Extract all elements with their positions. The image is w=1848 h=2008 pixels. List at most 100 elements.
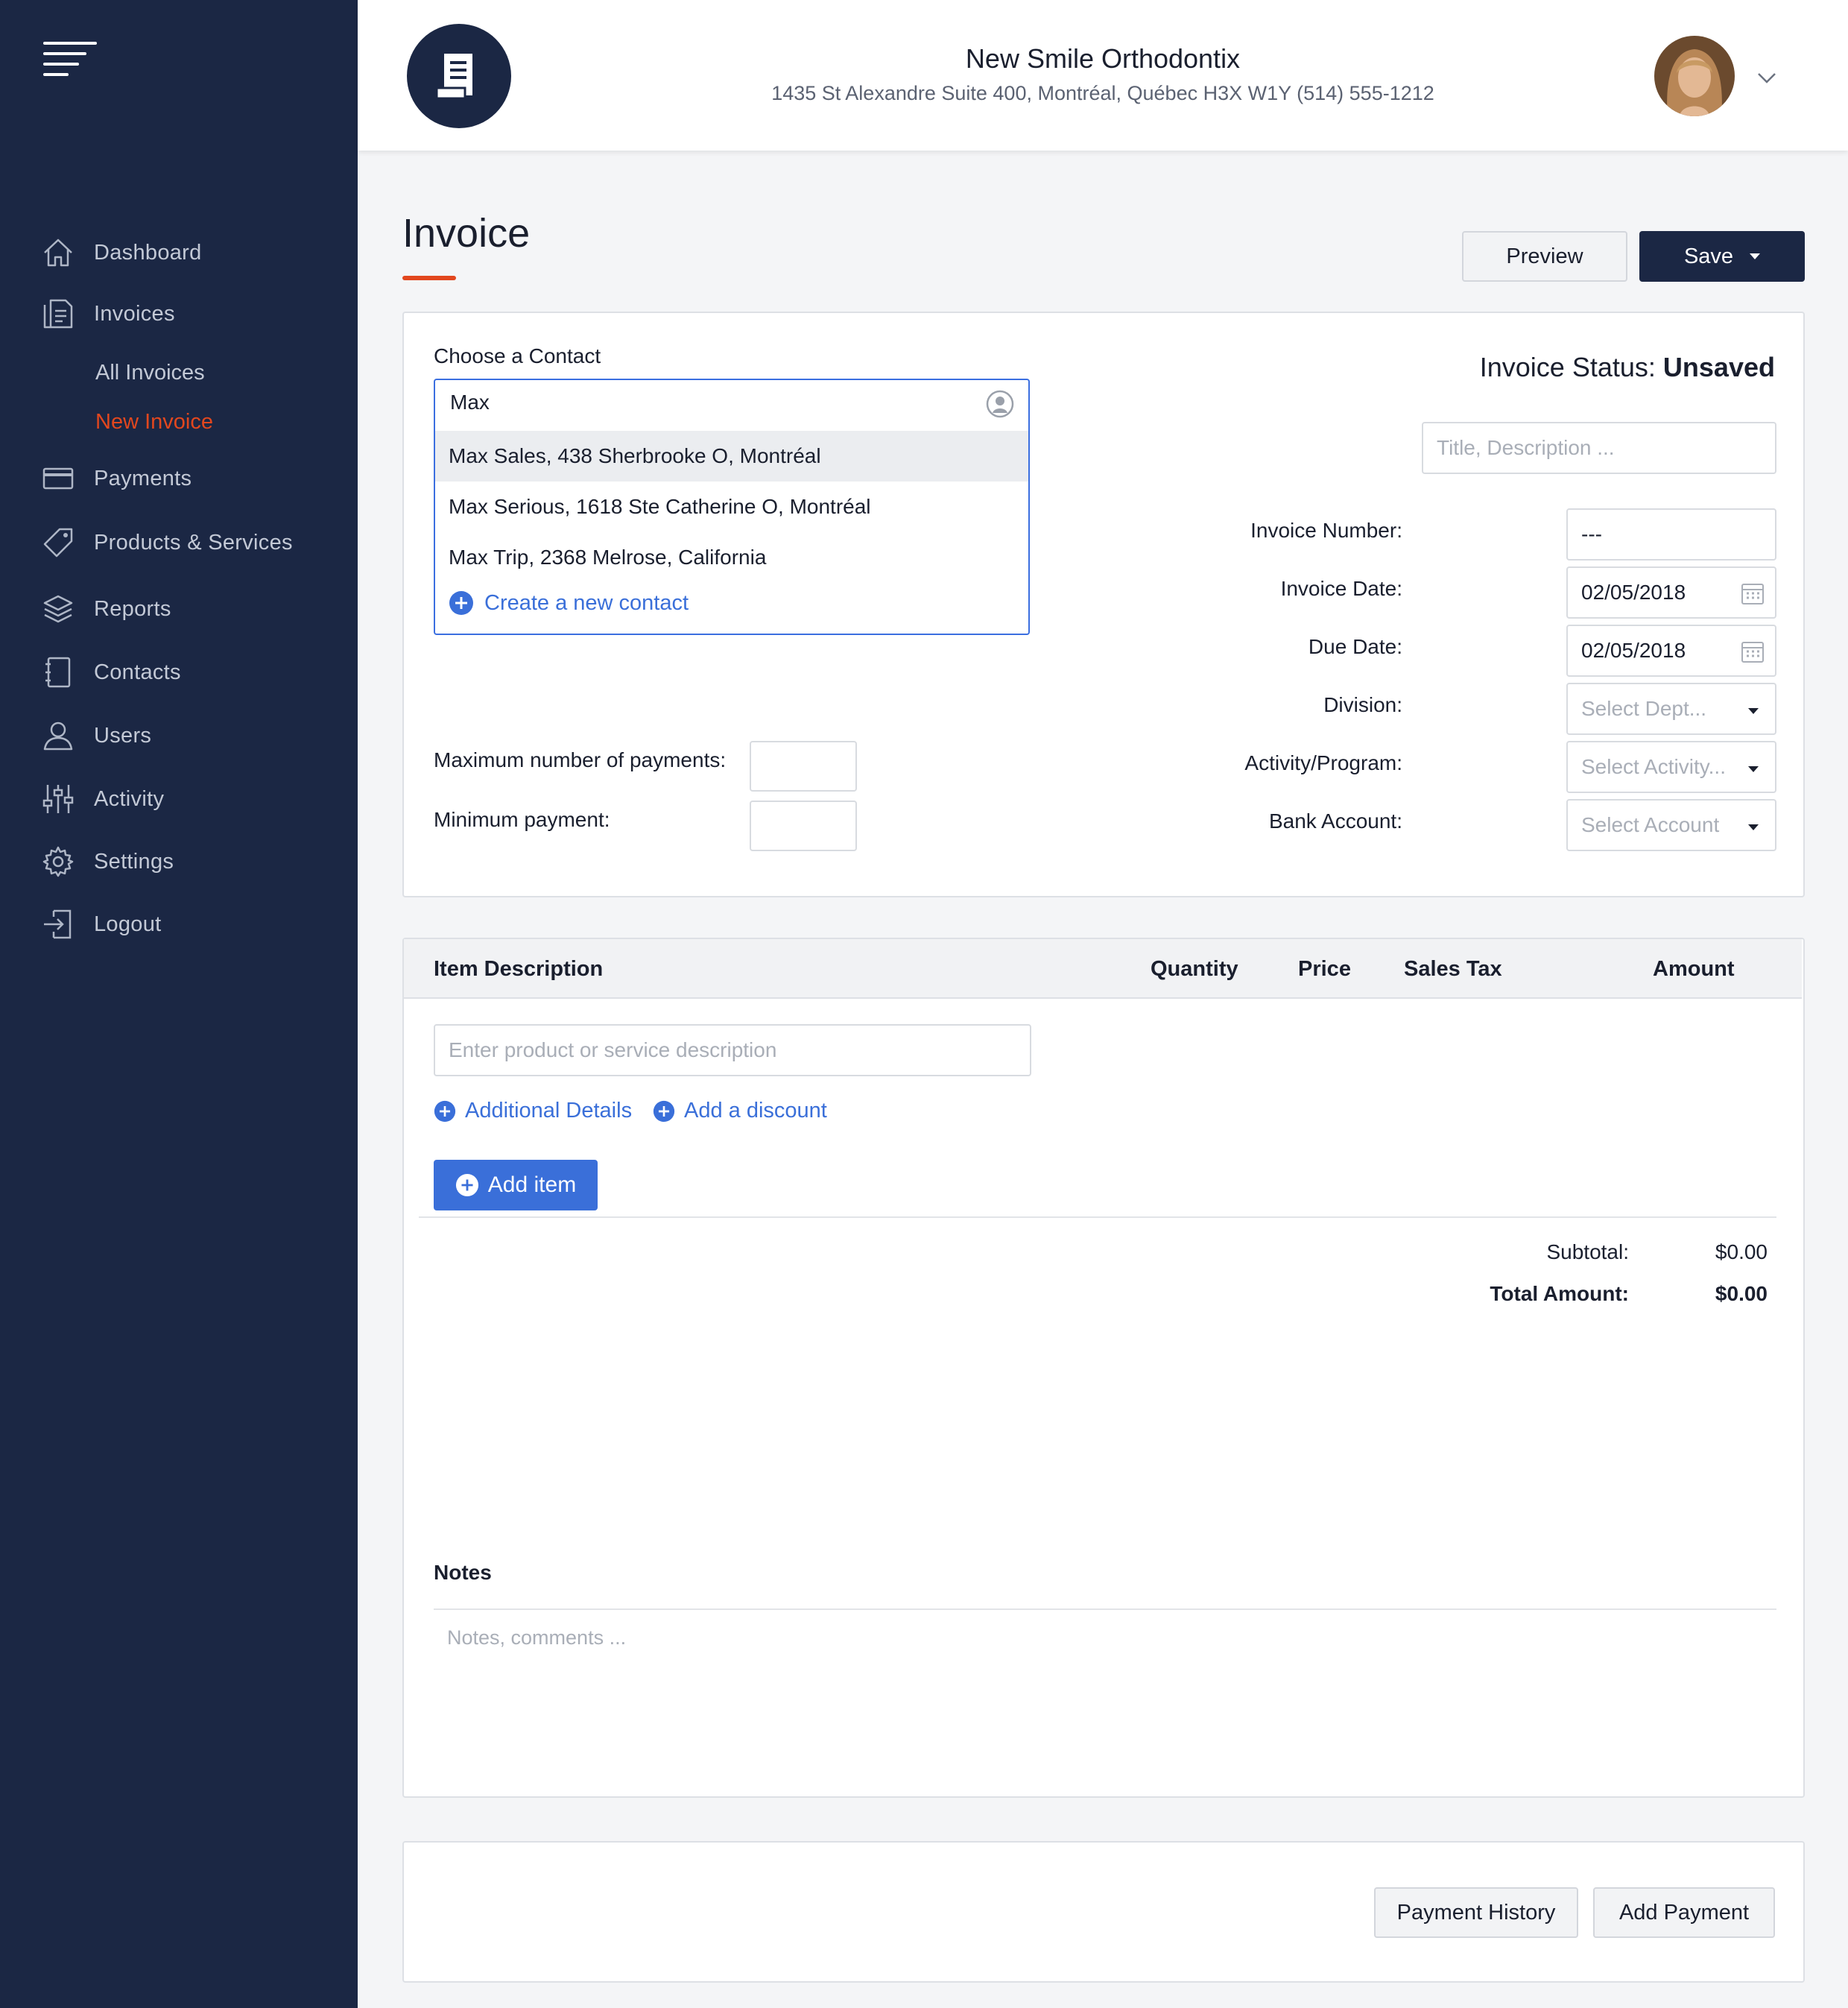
invoice-date-input[interactable]: 02/05/2018 <box>1566 566 1776 619</box>
sidebar-subitem-new-invoice[interactable]: New Invoice <box>95 410 213 435</box>
bank-select-value: Select Account <box>1581 813 1720 836</box>
create-contact-link[interactable]: Create a new contact <box>449 590 689 616</box>
contact-option[interactable]: Max Trip, 2368 Melrose, California <box>435 532 1028 583</box>
payment-history-button[interactable]: Payment History <box>1374 1887 1578 1938</box>
calendar-icon[interactable] <box>1741 640 1765 663</box>
company-logo <box>407 24 511 128</box>
menu-icon[interactable] <box>43 42 97 83</box>
add-item-button[interactable]: Add item <box>434 1160 598 1210</box>
min-payment-label: Minimum payment: <box>434 808 610 831</box>
plus-circle-icon <box>653 1100 675 1122</box>
choose-contact-label: Choose a Contact <box>434 344 601 367</box>
sidebar-item-invoices[interactable]: Invoices <box>0 288 358 340</box>
sidebar-item-label: Settings <box>94 849 174 874</box>
contact-option[interactable]: Max Sales, 438 Sherbrooke O, Montréal <box>435 431 1028 482</box>
plus-circle-icon <box>449 591 473 615</box>
contact-combobox[interactable]: Max Max Sales, 438 Sherbrooke O, Montréa… <box>434 379 1030 635</box>
calendar-icon[interactable] <box>1741 581 1765 605</box>
notes-label: Notes <box>434 1561 492 1584</box>
division-select[interactable]: Select Dept... <box>1566 683 1776 735</box>
credit-card-icon <box>42 467 74 490</box>
title-underline <box>402 276 456 280</box>
sidebar-item-label: Products & Services <box>94 530 293 555</box>
page-title: Invoice <box>402 211 531 256</box>
due-date-label: Due Date: <box>1308 635 1402 658</box>
preview-button-label: Preview <box>1506 244 1583 268</box>
invoice-date-label: Invoice Date: <box>1280 577 1402 600</box>
caret-down-icon[interactable] <box>1750 253 1761 259</box>
home-icon <box>44 239 72 267</box>
sidebar-item-label: Reports <box>94 596 171 621</box>
sidebar-item-label: Dashboard <box>94 240 202 265</box>
due-date-value: 02/05/2018 <box>1581 639 1686 662</box>
preview-button[interactable]: Preview <box>1462 231 1627 282</box>
address-book-icon <box>45 657 71 688</box>
invoice-status-value: Unsaved <box>1662 352 1775 382</box>
save-button[interactable]: Save <box>1639 231 1805 282</box>
top-header: New Smile Orthodontix 1435 St Alexandre … <box>358 0 1848 151</box>
contact-icon <box>986 390 1014 418</box>
invoice-status: Invoice Status: Unsaved <box>1149 352 1775 383</box>
total-amount-value: $0.00 <box>1715 1282 1768 1305</box>
company-name: New Smile Orthodontix <box>965 43 1241 74</box>
contact-option[interactable]: Max Serious, 1618 Ste Catherine O, Montr… <box>435 482 1028 532</box>
user-icon <box>43 722 73 751</box>
chevron-down-icon[interactable] <box>1756 69 1778 86</box>
sidebar-item-activity[interactable]: Activity <box>0 773 358 825</box>
sidebar-item-contacts[interactable]: Contacts <box>0 646 358 698</box>
avatar[interactable] <box>1654 36 1735 116</box>
column-price: Price <box>1298 957 1351 981</box>
invoices-icon <box>43 299 73 329</box>
total-amount-label: Total Amount: <box>1490 1282 1629 1305</box>
layers-icon <box>43 595 73 623</box>
payment-actions-card: Payment History Add Payment <box>402 1841 1805 1983</box>
sidebar-item-products-services[interactable]: Products & Services <box>0 517 358 569</box>
caret-down-icon <box>1748 708 1759 714</box>
sidebar-item-dashboard[interactable]: Dashboard <box>0 227 358 279</box>
invoice-number-input[interactable]: --- <box>1566 508 1776 561</box>
sidebar-item-payments[interactable]: Payments <box>0 452 358 505</box>
notes-divider <box>434 1608 1776 1610</box>
column-sales-tax: Sales Tax <box>1404 957 1502 981</box>
sidebar-item-label: Contacts <box>94 660 181 684</box>
add-payment-button[interactable]: Add Payment <box>1593 1887 1775 1938</box>
activity-program-select[interactable]: Select Activity... <box>1566 741 1776 793</box>
sidebar-subitem-all-invoices[interactable]: All Invoices <box>95 361 205 385</box>
invoice-status-label: Invoice Status: <box>1479 352 1656 382</box>
notes-textarea[interactable]: Notes, comments ... <box>447 1626 626 1649</box>
contact-search-input[interactable]: Max <box>450 391 490 414</box>
division-select-value: Select Dept... <box>1581 697 1707 720</box>
subtotal-label: Subtotal: <box>1546 1240 1629 1263</box>
max-payments-input[interactable] <box>750 741 857 792</box>
caret-down-icon <box>1748 824 1759 830</box>
gear-icon <box>42 846 74 877</box>
items-table-header: Item Description Quantity Price Sales Ta… <box>404 939 1802 999</box>
bank-account-label: Bank Account: <box>1268 809 1402 833</box>
add-discount-label: Add a discount <box>684 1099 827 1123</box>
sidebar-item-label: Payments <box>94 466 192 490</box>
activity-select-value: Select Activity... <box>1581 755 1726 778</box>
activity-program-label: Activity/Program: <box>1244 751 1402 774</box>
tag-icon <box>43 528 73 558</box>
column-quantity: Quantity <box>1151 957 1238 981</box>
create-contact-label: Create a new contact <box>484 590 689 615</box>
due-date-input[interactable]: 02/05/2018 <box>1566 625 1776 677</box>
title-description-input[interactable]: Title, Description ... <box>1422 422 1776 474</box>
bank-account-select[interactable]: Select Account <box>1566 799 1776 851</box>
add-discount-link[interactable]: Add a discount <box>653 1099 827 1123</box>
min-payment-input[interactable] <box>750 801 857 851</box>
items-divider <box>419 1216 1776 1218</box>
caret-down-icon <box>1748 766 1759 772</box>
column-amount: Amount <box>1653 957 1735 981</box>
sidebar-item-logout[interactable]: Logout <box>0 898 358 950</box>
payment-history-label: Payment History <box>1396 1900 1556 1925</box>
max-payments-label: Maximum number of payments: <box>434 748 727 771</box>
item-description-input[interactable]: Enter product or service description <box>434 1024 1031 1076</box>
receipt-icon <box>435 54 472 100</box>
sidebar-item-settings[interactable]: Settings <box>0 836 358 888</box>
invoice-date-value: 02/05/2018 <box>1581 581 1686 604</box>
invoice-details-card: Choose a Contact Max Max Sales, 438 Sher… <box>402 312 1805 897</box>
sidebar-item-reports[interactable]: Reports <box>0 583 358 635</box>
sidebar-item-users[interactable]: Users <box>0 710 358 762</box>
additional-details-link[interactable]: Additional Details <box>434 1099 632 1123</box>
